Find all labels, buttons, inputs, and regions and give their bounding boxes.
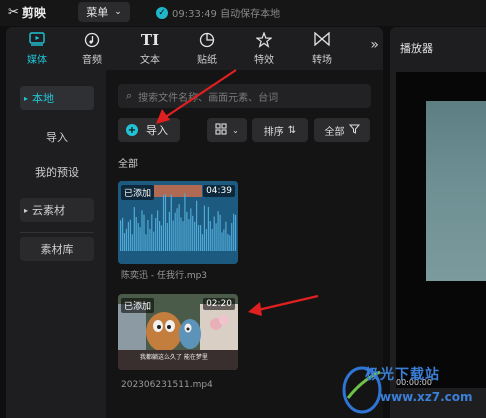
annotation-arrow: [248, 294, 319, 316]
annotation-arrows: [156, 69, 319, 316]
watermark-text: 极光下载站: [365, 367, 440, 383]
watermark-url: www.xz7.com: [380, 390, 473, 404]
annotation-arrow: [156, 69, 237, 124]
